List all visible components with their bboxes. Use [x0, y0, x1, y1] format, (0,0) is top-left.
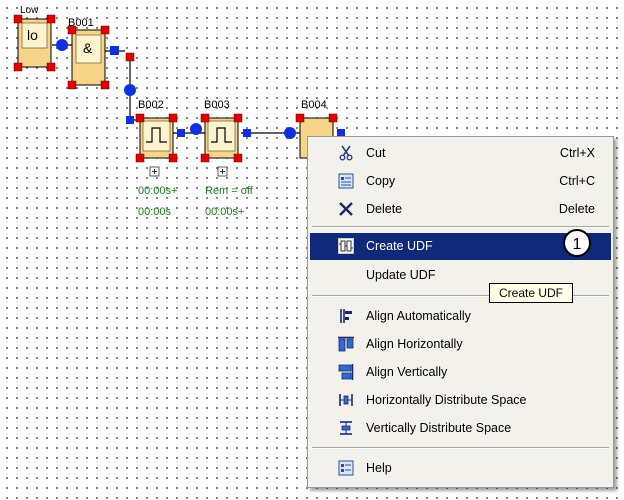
menu-item-delete-shortcut: Delete — [558, 202, 595, 216]
distribute-vertical-icon — [340, 421, 352, 435]
and-block-b001[interactable] — [71, 29, 106, 86]
b001-label: B001 — [68, 17, 94, 29]
b002-label: B002 — [138, 99, 164, 111]
align-auto-icon — [340, 309, 352, 323]
menu-item-update-udf-label: Update UDF — [366, 268, 436, 282]
create-udf-icon — [338, 238, 354, 254]
menu-item-vertically-distribute[interactable]: Vertically Distribute Space — [310, 415, 611, 441]
menu-item-delete[interactable]: Delete Delete — [310, 196, 611, 222]
b002-param-1: 00:00s+ — [138, 185, 178, 197]
menu-item-copy-label: Copy — [366, 174, 396, 188]
context-menu: Cut Ctrl+X Copy Ctrl+C Delete Delete Cre… — [307, 136, 614, 488]
menu-item-align-automatically-label: Align Automatically — [366, 309, 471, 323]
menu-item-copy[interactable]: Copy Ctrl+C — [310, 168, 611, 194]
menu-item-cut[interactable]: Cut Ctrl+X — [310, 140, 611, 166]
menu-item-align-horizontally[interactable]: Align Horizontally — [310, 331, 611, 357]
scissors-icon — [339, 145, 353, 161]
menu-separator — [312, 447, 609, 449]
menu-item-vertically-distribute-label: Vertically Distribute Space — [366, 421, 512, 435]
menu-item-horizontally-distribute-label: Horizontally Distribute Space — [366, 393, 527, 407]
menu-item-align-vertically[interactable]: Align Vertically — [310, 359, 611, 385]
menu-item-help[interactable]: Help — [310, 455, 611, 481]
menu-item-delete-label: Delete — [366, 202, 403, 216]
menu-item-cut-shortcut: Ctrl+X — [559, 146, 595, 160]
menu-item-horizontally-distribute[interactable]: Horizontally Distribute Space — [310, 387, 611, 413]
menu-item-align-horizontally-label: Align Horizontally — [366, 337, 463, 351]
distribute-horizontal-icon — [339, 394, 353, 406]
expand-box-b003[interactable] — [217, 166, 228, 177]
menu-item-create-udf-label: Create UDF — [366, 239, 433, 253]
b003-param-2: 00:00s+ — [205, 206, 245, 218]
create-udf-tooltip: Create UDF — [489, 283, 573, 303]
menu-separator — [312, 226, 609, 228]
align-horizontal-icon — [338, 336, 354, 352]
expand-box-b002[interactable] — [149, 166, 160, 177]
b004-label: B004 — [301, 99, 327, 111]
lo-block-text: lo — [27, 27, 38, 43]
and-block-text: & — [83, 40, 93, 56]
copy-icon — [338, 173, 354, 189]
align-vertical-icon — [338, 364, 354, 380]
menu-item-cut-label: Cut — [366, 146, 386, 160]
menu-item-align-vertically-label: Align Vertically — [366, 365, 448, 379]
low-label: Low — [20, 5, 39, 16]
b003-label: B003 — [204, 99, 230, 111]
selection-handles[interactable] — [13, 14, 338, 163]
menu-item-copy-shortcut: Ctrl+C — [559, 174, 595, 188]
b003-param-1: Rem = off — [205, 185, 253, 197]
menu-item-align-automatically[interactable]: Align Automatically — [310, 303, 611, 329]
help-icon — [338, 460, 354, 476]
timer-block-b002[interactable] — [139, 117, 174, 159]
b002-param-2: 00:00s — [138, 206, 172, 218]
callout-number: 1 — [563, 229, 591, 257]
menu-item-help-label: Help — [366, 461, 392, 475]
delete-x-icon — [339, 202, 353, 216]
timer-block-b003[interactable] — [204, 117, 239, 159]
